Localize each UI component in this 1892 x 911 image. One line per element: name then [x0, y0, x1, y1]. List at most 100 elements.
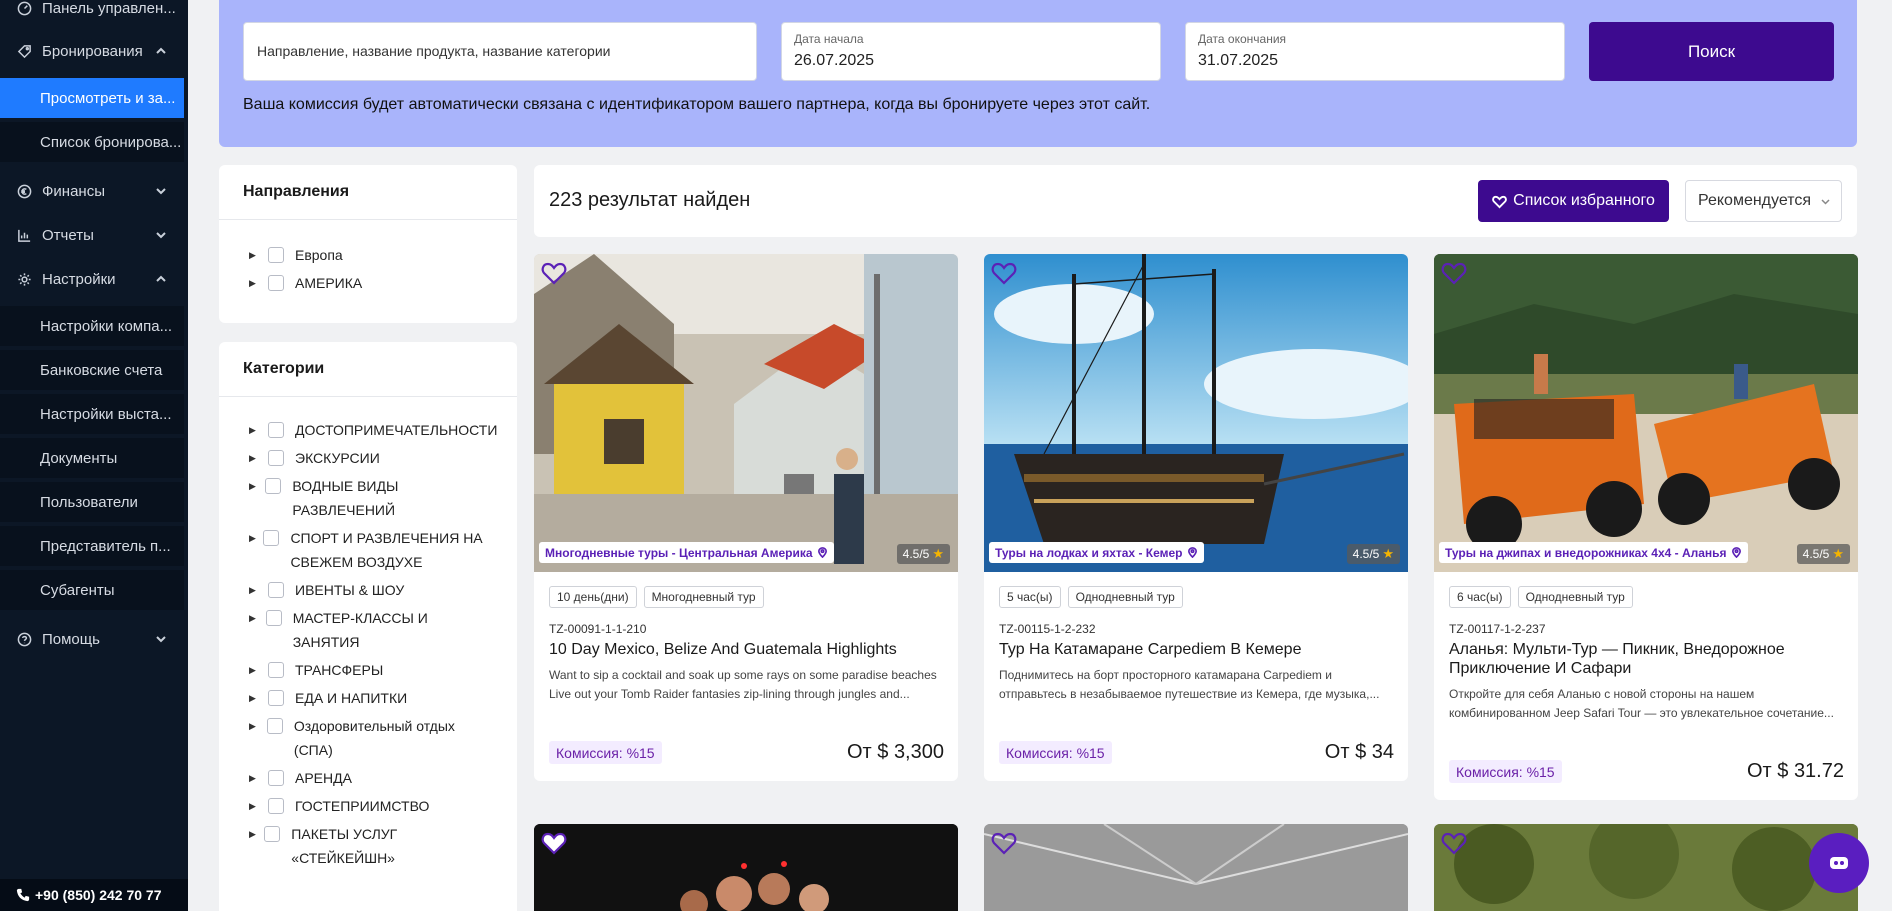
favorite-heart-icon[interactable]	[990, 259, 1018, 287]
product-title[interactable]: Тур На Катамаране Carpediem В Кемере	[999, 640, 1394, 659]
filter-item-category[interactable]: ▶ ИВЕНТЫ & ШОУ	[249, 578, 519, 602]
tag-icon	[16, 43, 32, 59]
filter-item-category[interactable]: ▶ ТРАНСФЕРЫ	[249, 658, 519, 682]
product-description: Поднимитесь на борт просторного катамара…	[999, 668, 1380, 701]
start-date-field[interactable]: Дата начала 26.07.2025	[781, 22, 1161, 81]
product-card[interactable]	[534, 824, 958, 911]
start-date-label: Дата начала	[794, 32, 864, 46]
favorites-label: Список избранного	[1513, 192, 1655, 209]
filter-item-category[interactable]: ▶ ПАКЕТЫ УСЛУГ «СТЕЙКЕЙШН»	[249, 822, 439, 870]
expand-arrow-icon[interactable]: ▶	[249, 658, 261, 682]
filter-item-category[interactable]: ▶ АРЕНДА	[249, 766, 519, 790]
checkbox[interactable]	[265, 478, 282, 494]
product-image[interactable]: Туры на джипах и внедорожниках 4х4 - Ала…	[1434, 254, 1858, 572]
filter-item-category[interactable]: ▶ ВОДНЫЕ ВИДЫ РАЗВЛЕЧЕНИЙ	[249, 474, 459, 522]
sidebar-item-bookings[interactable]: Бронирования	[0, 31, 188, 71]
filter-item-category[interactable]: ▶ ГОСТЕПРИИМСТВО	[249, 794, 519, 818]
favorites-button[interactable]: Список избранного	[1478, 180, 1669, 222]
checkbox[interactable]	[268, 422, 284, 438]
filter-item-category[interactable]: ▶ МАСТЕР-КЛАССЫ И ЗАНЯТИЯ	[249, 606, 459, 654]
expand-arrow-icon[interactable]: ▶	[249, 578, 261, 602]
filter-item-category[interactable]: ▶ ЭКСКУРСИИ	[249, 446, 519, 470]
favorite-heart-icon[interactable]	[990, 829, 1018, 857]
filter-item-category[interactable]: ▶ Оздоровительный отдых (СПА)	[249, 714, 479, 762]
favorite-heart-icon[interactable]	[1440, 829, 1468, 857]
end-date-value: 31.07.2025	[1198, 52, 1279, 69]
filter-item-america[interactable]: ▶ АМЕРИКА	[249, 271, 519, 295]
end-date-field[interactable]: Дата окончания 31.07.2025	[1185, 22, 1565, 81]
sidebar-item-reports[interactable]: Отчеты	[0, 215, 188, 255]
expand-arrow-icon[interactable]: ▶	[249, 446, 261, 470]
product-image[interactable]: Многодневные туры - Центральная Америка …	[534, 254, 958, 572]
checkbox[interactable]	[268, 798, 284, 814]
checkbox[interactable]	[268, 582, 284, 598]
sidebar-item-dashboard[interactable]: Панель управлен...	[0, 0, 188, 28]
product-price: От $ 3,300	[846, 741, 944, 763]
sidebar-item-label: Панель управлен...	[42, 0, 176, 17]
favorite-heart-icon[interactable]	[540, 259, 568, 287]
support-phone[interactable]: +90 (850) 242 70 77	[0, 879, 188, 911]
help-icon	[16, 631, 32, 647]
expand-arrow-icon[interactable]: ▶	[249, 606, 259, 630]
checkbox[interactable]	[268, 275, 284, 291]
product-card[interactable]	[1434, 824, 1858, 911]
sidebar-item-label: Банковские счета	[40, 361, 163, 379]
sidebar-item-subagents[interactable]: Субагенты	[0, 570, 184, 610]
checkbox[interactable]	[263, 530, 280, 546]
chevron-down-icon	[1821, 199, 1830, 205]
sidebar-item-company-settings[interactable]: Настройки компа...	[0, 306, 184, 346]
checkbox[interactable]	[268, 690, 284, 706]
product-card[interactable]	[984, 824, 1408, 911]
sidebar-item-label: Настройки компа...	[40, 317, 173, 335]
checkbox[interactable]	[268, 662, 284, 678]
expand-arrow-icon[interactable]: ▶	[249, 766, 261, 790]
expand-arrow-icon[interactable]: ▶	[249, 822, 257, 846]
expand-arrow-icon[interactable]: ▶	[249, 794, 261, 818]
sidebar-item-finance[interactable]: Финансы	[0, 171, 188, 211]
checkbox[interactable]	[265, 610, 282, 626]
search-button[interactable]: Поиск	[1589, 22, 1834, 81]
filter-item-category[interactable]: ▶ ДОСТОПРИМЕЧАТЕЛЬНОСТИ	[249, 418, 519, 442]
sidebar-item-view-book[interactable]: Просмотреть и за...	[0, 78, 184, 118]
filter-item-europe[interactable]: ▶ Европа	[249, 243, 519, 267]
product-card[interactable]: Туры на джипах и внедорожниках 4х4 - Ала…	[1434, 254, 1858, 800]
sidebar-item-bank-accounts[interactable]: Банковские счета	[0, 350, 184, 390]
sidebar-item-help[interactable]: Помощь	[0, 619, 188, 659]
sort-select[interactable]: Рекомендуется	[1685, 180, 1842, 222]
filter-label: ПАКЕТЫ УСЛУГ «СТЕЙКЕЙШН»	[291, 826, 398, 866]
sidebar-item-documents[interactable]: Документы	[0, 438, 184, 478]
favorite-heart-icon[interactable]	[1440, 259, 1468, 287]
night-party-image	[534, 824, 958, 911]
product-image[interactable]: Туры на лодках и яхтах - Кемер 4.5/5 ★	[984, 254, 1408, 572]
sidebar-item-users[interactable]: Пользователи	[0, 482, 184, 522]
product-code: TZ-00115-1-2-232	[999, 622, 1096, 636]
checkbox[interactable]	[268, 450, 284, 466]
sidebar-item-representative[interactable]: Представитель п...	[0, 526, 184, 566]
expand-arrow-icon[interactable]: ▶	[249, 418, 261, 442]
checkbox[interactable]	[268, 770, 284, 786]
destination-search-input[interactable]: Направление, название продукта, название…	[243, 22, 757, 81]
checkbox[interactable]	[264, 826, 281, 842]
checkbox[interactable]	[268, 247, 284, 263]
filter-item-category[interactable]: ▶ ЕДА И НАПИТКИ	[249, 686, 519, 710]
checkbox[interactable]	[266, 718, 283, 734]
expand-arrow-icon[interactable]: ▶	[249, 243, 261, 267]
product-card[interactable]: Многодневные туры - Центральная Америка …	[534, 254, 958, 781]
expand-arrow-icon[interactable]: ▶	[249, 474, 258, 498]
product-card[interactable]: Туры на лодках и яхтах - Кемер 4.5/5 ★ 5 …	[984, 254, 1408, 781]
location-pin-icon	[817, 547, 827, 558]
favorite-heart-icon[interactable]	[540, 829, 568, 857]
sidebar-item-settings[interactable]: Настройки	[0, 259, 188, 299]
star-icon: ★	[1382, 546, 1394, 561]
product-title[interactable]: 10 Day Mexico, Belize And Guatemala High…	[549, 640, 944, 659]
expand-arrow-icon[interactable]: ▶	[249, 526, 256, 550]
product-title[interactable]: Аланья: Мульти-Тур — Пикник, Внедорожное…	[1449, 640, 1844, 678]
expand-arrow-icon[interactable]: ▶	[249, 686, 261, 710]
expand-arrow-icon[interactable]: ▶	[249, 271, 261, 295]
filter-item-category[interactable]: ▶ СПОРТ И РАЗВЛЕЧЕНИЯ НА СВЕЖЕМ ВОЗДУХЕ	[249, 526, 494, 574]
sidebar-item-booking-list[interactable]: Список бронирова...	[0, 122, 184, 162]
expand-arrow-icon[interactable]: ▶	[249, 714, 260, 738]
sidebar-item-invoice-settings[interactable]: Настройки выста...	[0, 394, 184, 434]
chat-widget-button[interactable]	[1809, 833, 1869, 893]
tour-type-tag: Многодневный тур	[643, 586, 764, 608]
